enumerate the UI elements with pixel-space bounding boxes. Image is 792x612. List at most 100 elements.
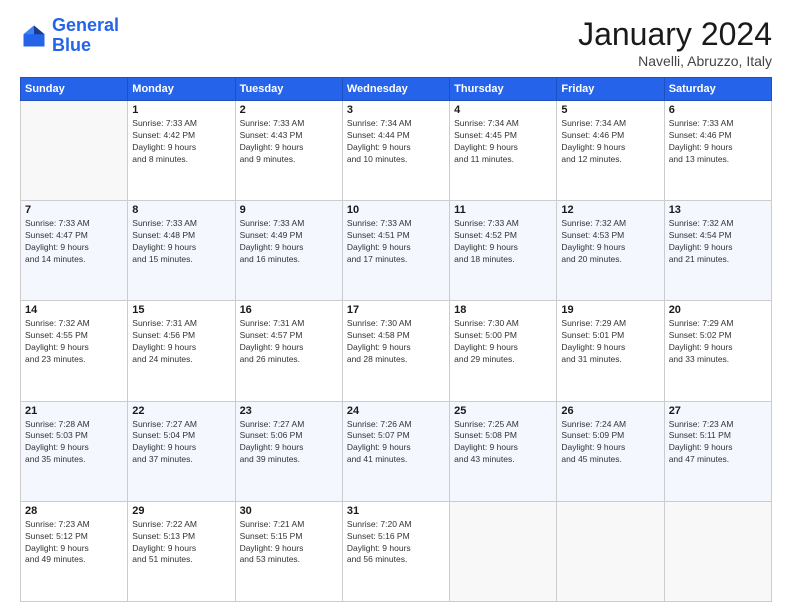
calendar-cell: 17 Sunrise: 7:30 AMSunset: 4:58 PMDayligh… [342,301,449,401]
day-number: 23 [240,405,338,417]
calendar-cell: 27 Sunrise: 7:23 AMSunset: 5:11 PMDayligh… [664,401,771,501]
calendar-table: SundayMondayTuesdayWednesdayThursdayFrid… [20,77,772,602]
day-info: Sunrise: 7:27 AMSunset: 5:04 PMDaylight:… [132,419,230,467]
day-info: Sunrise: 7:28 AMSunset: 5:03 PMDaylight:… [25,419,123,467]
day-info: Sunrise: 7:23 AMSunset: 5:12 PMDaylight:… [25,519,123,567]
day-info: Sunrise: 7:32 AMSunset: 4:54 PMDaylight:… [669,218,767,266]
logo-icon [20,22,48,50]
weekday-header-saturday: Saturday [664,78,771,101]
location: Navelli, Abruzzo, Italy [578,53,772,69]
day-number: 30 [240,505,338,517]
calendar-cell: 5 Sunrise: 7:34 AMSunset: 4:46 PMDaylight… [557,101,664,201]
calendar-cell [557,501,664,601]
calendar-cell: 16Sunrise: 7:31 AMSunset: 4:57 PMDayligh… [235,301,342,401]
day-number: 11 [454,204,552,216]
day-info: Sunrise: 7:33 AMSunset: 4:51 PMDaylight:… [347,218,445,266]
day-number: 18 [454,304,552,316]
day-number: 25 [454,405,552,417]
calendar-cell: 31 Sunrise: 7:20 AMSunset: 5:16 PMDayligh… [342,501,449,601]
day-number: 14 [25,304,123,316]
weekday-header-thursday: Thursday [450,78,557,101]
calendar-cell [21,101,128,201]
weekday-header-tuesday: Tuesday [235,78,342,101]
day-info: Sunrise: 7:25 AMSunset: 5:08 PMDaylight:… [454,419,552,467]
day-info: Sunrise: 7:33 AMSunset: 4:46 PMDaylight:… [669,118,767,166]
week-row-3: 14Sunrise: 7:32 AMSunset: 4:55 PMDayligh… [21,301,772,401]
week-row-4: 21 Sunrise: 7:28 AMSunset: 5:03 PMDayligh… [21,401,772,501]
logo-general: General [52,15,119,35]
day-info: Sunrise: 7:33 AMSunset: 4:52 PMDaylight:… [454,218,552,266]
day-info: Sunrise: 7:23 AMSunset: 5:11 PMDaylight:… [669,419,767,467]
day-number: 31 [347,505,445,517]
day-info: Sunrise: 7:30 AMSunset: 4:58 PMDaylight:… [347,318,445,366]
calendar-cell: 11 Sunrise: 7:33 AMSunset: 4:52 PMDayligh… [450,201,557,301]
calendar-cell: 12 Sunrise: 7:32 AMSunset: 4:53 PMDayligh… [557,201,664,301]
calendar-cell: 10Sunrise: 7:33 AMSunset: 4:51 PMDayligh… [342,201,449,301]
day-number: 17 [347,304,445,316]
title-block: January 2024 Navelli, Abruzzo, Italy [578,16,772,69]
calendar-cell: 1Sunrise: 7:33 AMSunset: 4:42 PMDaylight… [128,101,235,201]
day-number: 21 [25,405,123,417]
calendar-cell: 29Sunrise: 7:22 AMSunset: 5:13 PMDayligh… [128,501,235,601]
month-title: January 2024 [578,16,772,53]
day-info: Sunrise: 7:29 AMSunset: 5:01 PMDaylight:… [561,318,659,366]
weekday-header-monday: Monday [128,78,235,101]
day-info: Sunrise: 7:27 AMSunset: 5:06 PMDaylight:… [240,419,338,467]
day-number: 16 [240,304,338,316]
day-info: Sunrise: 7:21 AMSunset: 5:15 PMDaylight:… [240,519,338,567]
day-info: Sunrise: 7:29 AMSunset: 5:02 PMDaylight:… [669,318,767,366]
header: General Blue January 2024 Navelli, Abruz… [20,16,772,69]
day-info: Sunrise: 7:33 AMSunset: 4:42 PMDaylight:… [132,118,230,166]
day-info: Sunrise: 7:34 AMSunset: 4:44 PMDaylight:… [347,118,445,166]
calendar-cell: 13Sunrise: 7:32 AMSunset: 4:54 PMDayligh… [664,201,771,301]
calendar-cell: 24 Sunrise: 7:26 AMSunset: 5:07 PMDayligh… [342,401,449,501]
week-row-1: 1Sunrise: 7:33 AMSunset: 4:42 PMDaylight… [21,101,772,201]
calendar-cell: 6 Sunrise: 7:33 AMSunset: 4:46 PMDaylight… [664,101,771,201]
calendar-cell: 30 Sunrise: 7:21 AMSunset: 5:15 PMDayligh… [235,501,342,601]
day-info: Sunrise: 7:34 AMSunset: 4:46 PMDaylight:… [561,118,659,166]
day-number: 4 [454,104,552,116]
logo-blue: Blue [52,35,91,55]
calendar-cell: 23 Sunrise: 7:27 AMSunset: 5:06 PMDayligh… [235,401,342,501]
week-row-2: 7 Sunrise: 7:33 AMSunset: 4:47 PMDaylight… [21,201,772,301]
day-number: 15 [132,304,230,316]
weekday-header-row: SundayMondayTuesdayWednesdayThursdayFrid… [21,78,772,101]
day-number: 12 [561,204,659,216]
day-info: Sunrise: 7:26 AMSunset: 5:07 PMDaylight:… [347,419,445,467]
calendar-cell: 21 Sunrise: 7:28 AMSunset: 5:03 PMDayligh… [21,401,128,501]
day-info: Sunrise: 7:33 AMSunset: 4:47 PMDaylight:… [25,218,123,266]
logo-text: General Blue [52,16,119,56]
week-row-5: 28Sunrise: 7:23 AMSunset: 5:12 PMDayligh… [21,501,772,601]
day-number: 29 [132,505,230,517]
day-number: 20 [669,304,767,316]
day-number: 6 [669,104,767,116]
calendar-cell: 2Sunrise: 7:33 AMSunset: 4:43 PMDaylight… [235,101,342,201]
logo: General Blue [20,16,119,56]
calendar-cell: 22Sunrise: 7:27 AMSunset: 5:04 PMDayligh… [128,401,235,501]
calendar-cell: 25 Sunrise: 7:25 AMSunset: 5:08 PMDayligh… [450,401,557,501]
day-number: 9 [240,204,338,216]
day-info: Sunrise: 7:33 AMSunset: 4:43 PMDaylight:… [240,118,338,166]
day-info: Sunrise: 7:32 AMSunset: 4:53 PMDaylight:… [561,218,659,266]
calendar-cell: 14Sunrise: 7:32 AMSunset: 4:55 PMDayligh… [21,301,128,401]
day-info: Sunrise: 7:33 AMSunset: 4:49 PMDaylight:… [240,218,338,266]
day-number: 27 [669,405,767,417]
day-info: Sunrise: 7:30 AMSunset: 5:00 PMDaylight:… [454,318,552,366]
day-info: Sunrise: 7:20 AMSunset: 5:16 PMDaylight:… [347,519,445,567]
day-info: Sunrise: 7:33 AMSunset: 4:48 PMDaylight:… [132,218,230,266]
calendar-cell [664,501,771,601]
calendar-cell: 18 Sunrise: 7:30 AMSunset: 5:00 PMDayligh… [450,301,557,401]
calendar-cell [450,501,557,601]
day-number: 3 [347,104,445,116]
weekday-header-sunday: Sunday [21,78,128,101]
calendar-cell: 8Sunrise: 7:33 AMSunset: 4:48 PMDaylight… [128,201,235,301]
calendar-cell: 15 Sunrise: 7:31 AMSunset: 4:56 PMDayligh… [128,301,235,401]
day-number: 24 [347,405,445,417]
day-number: 7 [25,204,123,216]
day-number: 5 [561,104,659,116]
weekday-header-friday: Friday [557,78,664,101]
calendar-cell: 9 Sunrise: 7:33 AMSunset: 4:49 PMDaylight… [235,201,342,301]
day-info: Sunrise: 7:31 AMSunset: 4:56 PMDaylight:… [132,318,230,366]
calendar-cell: 4Sunrise: 7:34 AMSunset: 4:45 PMDaylight… [450,101,557,201]
calendar-cell: 28Sunrise: 7:23 AMSunset: 5:12 PMDayligh… [21,501,128,601]
